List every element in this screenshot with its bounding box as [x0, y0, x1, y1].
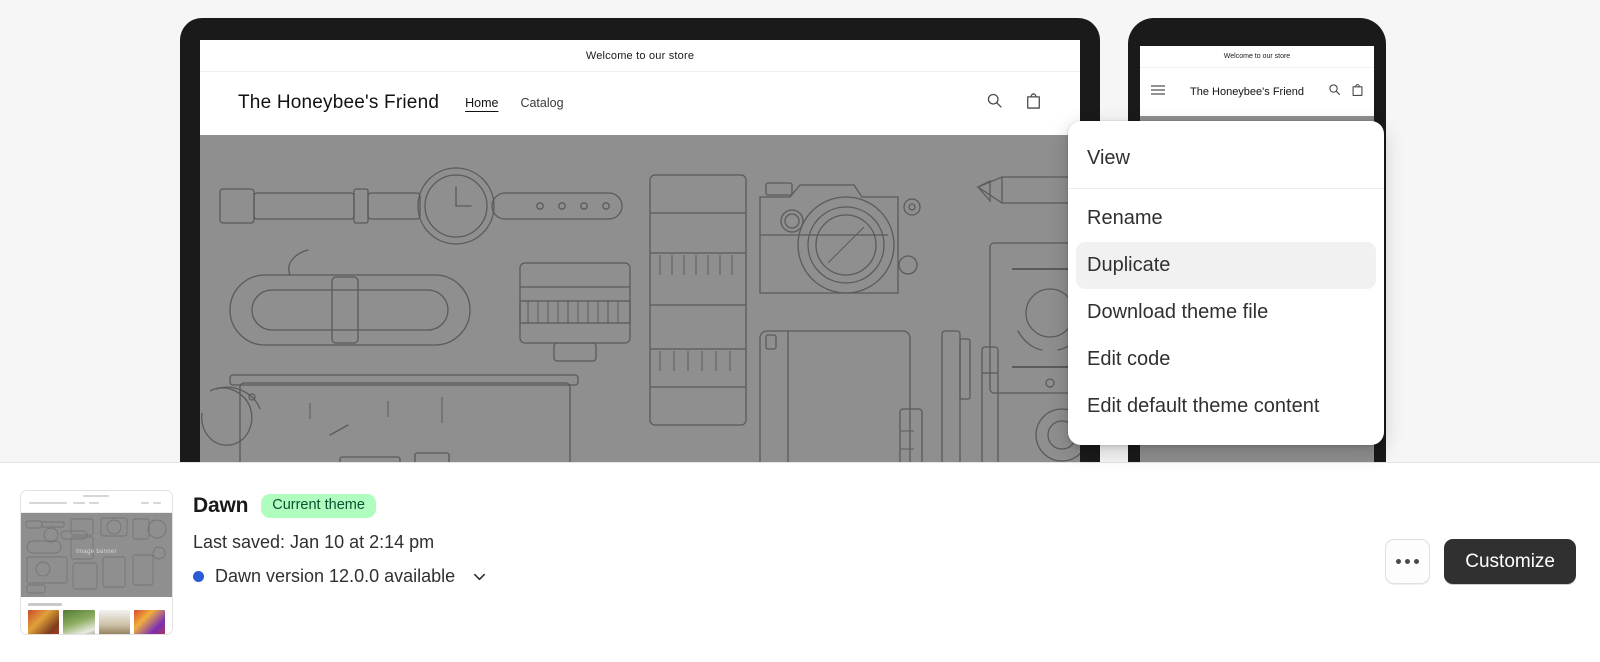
thumbnail-products [21, 598, 172, 634]
desktop-preview-frame: Welcome to our store The Honeybee's Frie… [180, 18, 1100, 463]
theme-actions-menu: View Rename Duplicate Download theme fil… [1068, 121, 1384, 445]
thumbnail-product-4 [134, 610, 165, 635]
thumbnail-product-1 [28, 610, 59, 635]
ellipsis-icon-dot-1 [1396, 559, 1401, 564]
desktop-nav: Home Catalog [465, 96, 563, 110]
thumbnail-hero-caption: Image banner [21, 549, 172, 555]
mobile-header-actions [1328, 83, 1364, 102]
hamburger-icon[interactable] [1150, 83, 1166, 101]
theme-name: Dawn [193, 494, 248, 518]
thumbnail-header [21, 491, 172, 513]
ellipsis-icon-dot-3 [1414, 559, 1419, 564]
theme-list-row: Image banner Dawn [0, 463, 1600, 662]
mobile-store-name: The Honeybee's Friend [1172, 86, 1322, 99]
thumbnail-product-3 [99, 610, 130, 635]
mobile-store-header: The Honeybee's Friend [1140, 68, 1374, 116]
search-icon[interactable] [986, 92, 1003, 114]
desktop-store-header: The Honeybee's Friend Home Catalog [200, 72, 1080, 134]
desktop-announcement-bar: Welcome to our store [200, 40, 1080, 72]
menu-item-view[interactable]: View [1076, 135, 1376, 182]
update-notice-text: Dawn version 12.0.0 available [215, 566, 455, 587]
menu-item-edit-default-theme-content[interactable]: Edit default theme content [1076, 383, 1376, 430]
theme-title-line: Dawn Current theme [193, 494, 489, 518]
desktop-store-name: The Honeybee's Friend [238, 92, 439, 114]
theme-thumbnail[interactable]: Image banner [20, 490, 173, 635]
desktop-header-actions [986, 92, 1042, 115]
theme-info: Dawn Current theme Last saved: Jan 10 at… [193, 490, 489, 587]
desktop-hero-placeholder [200, 135, 1080, 463]
theme-manager-page: Welcome to our store The Honeybee's Frie… [0, 0, 1600, 662]
nav-link-catalog[interactable]: Catalog [520, 96, 563, 110]
menu-group-2: Rename Duplicate Download theme file Edi… [1068, 189, 1384, 436]
status-badge: Current theme [261, 494, 376, 518]
menu-item-edit-code[interactable]: Edit code [1076, 336, 1376, 383]
search-icon[interactable] [1328, 83, 1341, 101]
last-saved-text: Last saved: Jan 10 at 2:14 pm [193, 532, 489, 553]
theme-update-notice[interactable]: Dawn version 12.0.0 available [193, 566, 489, 587]
chevron-down-icon[interactable] [470, 567, 489, 586]
desktop-announcement-text: Welcome to our store [586, 50, 694, 62]
theme-row-actions: Customize [1385, 539, 1576, 584]
nav-link-home[interactable]: Home [465, 96, 498, 110]
menu-item-download-theme-file[interactable]: Download theme file [1076, 289, 1376, 336]
cart-icon[interactable] [1351, 83, 1364, 102]
ellipsis-icon-dot-2 [1405, 559, 1410, 564]
customize-button[interactable]: Customize [1444, 539, 1576, 584]
update-indicator-dot [193, 571, 204, 582]
more-actions-button[interactable] [1385, 539, 1430, 584]
mobile-announcement-text: Welcome to our store [1224, 53, 1290, 60]
menu-item-duplicate[interactable]: Duplicate [1076, 242, 1376, 289]
cart-icon[interactable] [1025, 92, 1042, 115]
mobile-announcement-bar: Welcome to our store [1140, 46, 1374, 68]
menu-group-1: View [1068, 129, 1384, 188]
menu-item-rename[interactable]: Rename [1076, 195, 1376, 242]
desktop-preview-screen: Welcome to our store The Honeybee's Frie… [200, 40, 1080, 463]
thumbnail-product-2 [63, 610, 94, 635]
thumbnail-hero: Image banner [21, 513, 172, 597]
